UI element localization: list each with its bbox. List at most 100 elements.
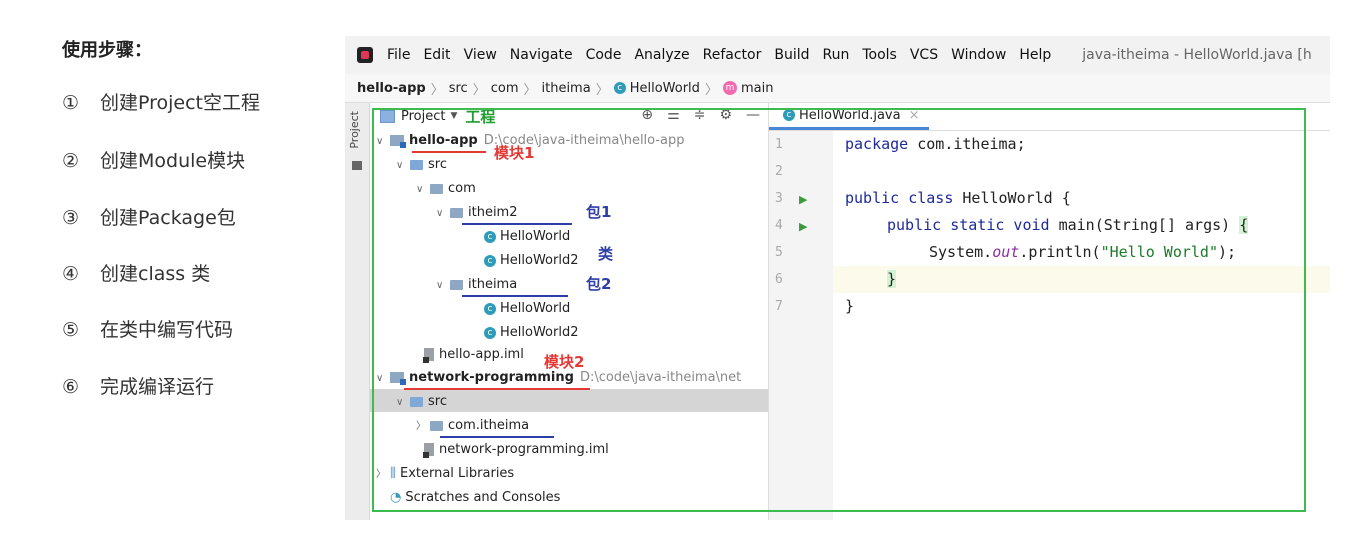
tree-row-network-iml[interactable]: network-programming.iml: [423, 438, 609, 461]
tree-row-helloworld2-2[interactable]: c HelloWorld2: [484, 321, 578, 344]
module-folder-icon: [390, 135, 406, 148]
package-icon: [450, 279, 463, 290]
class-icon: c: [484, 254, 496, 267]
tree-row-itheim2[interactable]: ∨ itheim2: [436, 201, 518, 224]
chevron-down-icon[interactable]: ∨: [376, 367, 390, 390]
crumb-class[interactable]: HelloWorld: [630, 81, 700, 96]
chevron-down-icon[interactable]: ∨: [436, 202, 450, 225]
chevron-down-icon[interactable]: ∨: [396, 391, 410, 414]
chevron-right-icon: 〉: [430, 82, 444, 98]
chevron-right-icon[interactable]: 〉: [376, 463, 390, 486]
chevron-down-icon[interactable]: ∨: [396, 154, 410, 177]
menu-view[interactable]: View: [464, 47, 497, 63]
chevron-right-icon[interactable]: 〉: [416, 415, 430, 438]
crumb-com[interactable]: com: [491, 81, 519, 96]
chevron-right-icon: 〉: [472, 82, 486, 98]
menu-analyze[interactable]: Analyze: [634, 47, 689, 63]
chevron-right-icon: 〉: [595, 82, 609, 98]
tree-row-src-2[interactable]: ∨ src: [396, 390, 447, 413]
code-line-3: public class HelloWorld {: [845, 189, 1071, 207]
menu-refactor[interactable]: Refactor: [703, 47, 762, 63]
menu-navigate[interactable]: Navigate: [510, 47, 573, 63]
crumb-package[interactable]: itheima: [542, 81, 591, 96]
editor-gutter: 1 2 3 4 5 6 7 ▶ ▶: [769, 131, 833, 520]
chevron-down-icon[interactable]: ▼: [450, 111, 457, 121]
tree-row-network-programming[interactable]: ∨ network-programming D:\code\java-itheima…: [376, 366, 741, 389]
annotation-pkg2: 包2: [586, 275, 612, 293]
step-5: ⑤ 在类中编写代码: [62, 319, 234, 341]
expand-all-icon[interactable]: ☰: [667, 107, 680, 123]
project-toolbar: Project ▼ 工程 ⊕ ☰ ≑ ⚙ —: [370, 103, 768, 129]
menu-edit[interactable]: Edit: [423, 47, 450, 63]
step-1: ① 创建Project空工程: [62, 92, 261, 114]
tree-row-external-libraries[interactable]: 〉 ⫼ External Libraries: [376, 462, 514, 485]
menu-window[interactable]: Window: [951, 47, 1006, 63]
crumb-src[interactable]: src: [449, 81, 468, 96]
package-icon: [430, 420, 443, 431]
class-icon: c: [484, 230, 496, 243]
menu-run[interactable]: Run: [823, 47, 850, 63]
window-title: java-itheima - HelloWorld.java [h: [1082, 47, 1312, 63]
code-area[interactable]: package com.itheima; public class HelloW…: [833, 131, 1330, 520]
tree-row-itheima[interactable]: ∨ itheima: [436, 273, 517, 296]
run-gutter-icon[interactable]: ▶: [799, 220, 807, 233]
line-number: 2: [775, 164, 783, 179]
annotation-project: 工程: [465, 107, 496, 126]
tool-window-strip: Project: [345, 103, 370, 520]
menu-build[interactable]: Build: [774, 47, 809, 63]
project-tool-button[interactable]: Project: [348, 111, 361, 149]
crumb-method[interactable]: main: [741, 81, 773, 96]
step-2: ② 创建Module模块: [62, 150, 246, 172]
locate-icon[interactable]: ⊕: [641, 107, 653, 123]
chevron-down-icon[interactable]: ∨: [436, 274, 450, 297]
chevron-down-icon[interactable]: ∨: [416, 178, 430, 201]
step-4: ④ 创建class 类: [62, 263, 211, 285]
crumb-project[interactable]: hello-app: [357, 81, 426, 96]
line-number: 4: [775, 218, 783, 233]
tree-row-hello-app-iml[interactable]: hello-app.iml: [423, 343, 524, 366]
code-line-1: package com.itheima;: [845, 135, 1026, 153]
minimize-icon[interactable]: —: [746, 107, 760, 123]
menu-vcs[interactable]: VCS: [910, 47, 938, 63]
tree-row-com[interactable]: ∨ com: [416, 177, 476, 200]
breadcrumb: hello-app 〉 src 〉 com 〉 itheima 〉 c Hell…: [345, 74, 1330, 103]
intellij-logo-icon: [357, 47, 373, 63]
line-number: 7: [775, 299, 783, 314]
menu-tools[interactable]: Tools: [862, 47, 897, 63]
scratch-icon: ◔: [390, 490, 402, 505]
structure-icon[interactable]: [352, 161, 362, 170]
menu-help[interactable]: Help: [1019, 47, 1051, 63]
tree-row-src[interactable]: ∨ src: [396, 153, 447, 176]
package-icon: [450, 207, 463, 218]
tree-row-helloworld2-1[interactable]: c HelloWorld2: [484, 249, 578, 272]
tree-row-helloworld-2[interactable]: c HelloWorld: [484, 297, 570, 320]
menu-file[interactable]: File: [387, 47, 410, 63]
annotation-module1: 模块1: [494, 144, 535, 162]
tab-helloworld-java[interactable]: c HelloWorld.java ×: [769, 103, 930, 130]
project-panel: Project ▼ 工程 ⊕ ☰ ≑ ⚙ — ∨ hello-app D:\code…: [370, 103, 769, 520]
chevron-right-icon: 〉: [523, 82, 537, 98]
gear-icon[interactable]: ⚙: [719, 107, 732, 123]
project-view-selector[interactable]: Project: [401, 109, 445, 124]
chevron-right-icon: 〉: [704, 82, 718, 98]
menu-bar: File Edit View Navigate Code Analyze Ref…: [345, 36, 1330, 74]
class-icon: c: [484, 302, 496, 315]
code-line-5: System.out.println("Hello World");: [929, 243, 1237, 261]
code-line-7: }: [845, 297, 855, 315]
tree-row-helloworld-1[interactable]: c HelloWorld: [484, 225, 570, 248]
method-icon: m: [722, 81, 737, 95]
code-editor: c HelloWorld.java × 1 2 3 4 5 6 7 ▶ ▶ pa…: [769, 103, 1330, 520]
line-number: 1: [775, 137, 783, 152]
ide-window: File Edit View Navigate Code Analyze Ref…: [345, 36, 1330, 520]
line-number: 6: [775, 272, 783, 287]
close-icon[interactable]: ×: [909, 108, 920, 123]
menu-code[interactable]: Code: [586, 47, 622, 63]
package-icon: [430, 183, 443, 194]
chevron-down-icon[interactable]: ∨: [376, 130, 390, 153]
run-gutter-icon[interactable]: ▶: [799, 193, 807, 206]
annotation-pkg1: 包1: [586, 203, 612, 221]
tree-row-com-itheima[interactable]: 〉 com.itheima: [416, 414, 529, 437]
tree-row-scratches[interactable]: ◔ Scratches and Consoles: [390, 486, 560, 509]
code-line-4: public static void main(String[] args) {: [887, 216, 1249, 234]
collapse-all-icon[interactable]: ≑: [694, 107, 706, 123]
